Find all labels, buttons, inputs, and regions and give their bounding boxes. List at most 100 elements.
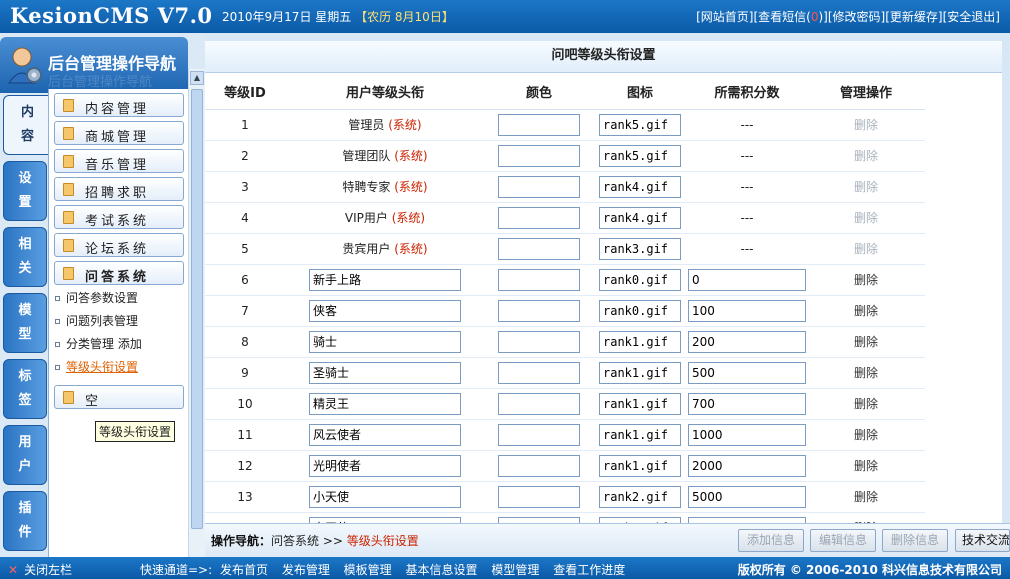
icon-input[interactable] bbox=[599, 330, 681, 353]
tab-labels[interactable]: 标签 bbox=[3, 359, 47, 419]
points-input[interactable] bbox=[688, 361, 806, 384]
color-input[interactable] bbox=[498, 361, 580, 384]
color-input[interactable] bbox=[498, 299, 580, 322]
left-scrollbar[interactable]: ▲ ▼ bbox=[188, 69, 205, 579]
menu-space[interactable]: 空 bbox=[54, 385, 184, 409]
color-input[interactable] bbox=[498, 330, 580, 353]
delete-link[interactable]: 删除 bbox=[854, 490, 878, 504]
rank-title-input[interactable] bbox=[309, 423, 461, 446]
tab-content[interactable]: 内容 bbox=[3, 95, 51, 155]
menu-qa-system[interactable]: 问答系统 bbox=[54, 261, 184, 285]
points-cell bbox=[687, 357, 807, 389]
rank-title-input[interactable] bbox=[309, 392, 461, 415]
link-logout[interactable]: [安全退出] bbox=[943, 10, 1000, 24]
icon-input[interactable] bbox=[599, 144, 681, 167]
icon-input[interactable] bbox=[599, 485, 681, 508]
quick-work-progress[interactable]: 查看工作进度 bbox=[553, 563, 625, 577]
menu-content-manage[interactable]: 内容管理 bbox=[54, 93, 184, 117]
rank-title-input[interactable] bbox=[309, 299, 461, 322]
submenu-rank-titles[interactable]: 等级头衔设置 bbox=[55, 358, 138, 375]
points-input[interactable] bbox=[688, 454, 806, 477]
menu-exam-system[interactable]: 考试系统 bbox=[54, 205, 184, 229]
submenu-qa-params[interactable]: 问答参数设置 bbox=[55, 289, 138, 306]
points-cell bbox=[687, 512, 807, 523]
scroll-up-icon[interactable]: ▲ bbox=[190, 71, 204, 85]
points-input[interactable] bbox=[688, 485, 806, 508]
add-info-button[interactable]: 添加信息 bbox=[738, 529, 804, 552]
icon-input[interactable] bbox=[599, 268, 681, 291]
delete-link[interactable]: 删除 bbox=[854, 304, 878, 318]
points-input[interactable] bbox=[688, 268, 806, 291]
tab-related[interactable]: 相关 bbox=[3, 227, 47, 287]
color-input[interactable] bbox=[498, 175, 580, 198]
rank-title-input[interactable] bbox=[309, 454, 461, 477]
points-input[interactable] bbox=[688, 423, 806, 446]
submenu-category[interactable]: 分类管理 添加 bbox=[55, 335, 142, 352]
tab-label: 相关 bbox=[18, 237, 32, 276]
menu-recruit[interactable]: 招聘求职 bbox=[54, 177, 184, 201]
color-input[interactable] bbox=[498, 454, 580, 477]
menu-forum-system[interactable]: 论坛系统 bbox=[54, 233, 184, 257]
delete-link[interactable]: 删除 bbox=[854, 335, 878, 349]
col-header: 等级ID bbox=[205, 75, 285, 110]
icon-input[interactable] bbox=[599, 237, 681, 260]
color-input[interactable] bbox=[498, 392, 580, 415]
icon-input[interactable] bbox=[599, 361, 681, 384]
rank-title-input[interactable] bbox=[309, 268, 461, 291]
link-update-cache[interactable]: [更新缓存] bbox=[885, 10, 942, 24]
delete-link[interactable]: 删除 bbox=[854, 273, 878, 287]
delete-link[interactable]: 删除 bbox=[854, 459, 878, 473]
rank-title-input[interactable] bbox=[309, 485, 461, 508]
color-input[interactable] bbox=[498, 206, 580, 229]
delete-link[interactable]: 删除 bbox=[854, 428, 878, 442]
menu-music-manage[interactable]: 音乐管理 bbox=[54, 149, 184, 173]
tab-models[interactable]: 模型 bbox=[3, 293, 47, 353]
color-input[interactable] bbox=[498, 485, 580, 508]
icon-input[interactable] bbox=[599, 299, 681, 322]
points-input[interactable] bbox=[688, 299, 806, 322]
color-input[interactable] bbox=[498, 423, 580, 446]
delete-info-button[interactable]: 删除信息 bbox=[882, 529, 948, 552]
quick-model-manage[interactable]: 模型管理 bbox=[491, 563, 539, 577]
icon-input[interactable] bbox=[599, 175, 681, 198]
icon-input[interactable] bbox=[599, 113, 681, 136]
folder-icon bbox=[63, 183, 74, 196]
icon-input[interactable] bbox=[599, 423, 681, 446]
rank-id: 11 bbox=[205, 419, 285, 451]
rank-title-input[interactable] bbox=[309, 361, 461, 384]
quick-publish-home[interactable]: 发布首页 bbox=[220, 563, 268, 577]
delete-link[interactable]: 删除 bbox=[854, 366, 878, 380]
tech-forum-button[interactable]: 技术交流 bbox=[955, 529, 1010, 552]
quick-publish-manage[interactable]: 发布管理 bbox=[282, 563, 330, 577]
quick-template-manage[interactable]: 模板管理 bbox=[344, 563, 392, 577]
breadcrumb-path[interactable]: 问答系统 >> bbox=[271, 534, 347, 548]
link-change-password[interactable]: [修改密码] bbox=[828, 10, 885, 24]
tab-plugins[interactable]: 插件 bbox=[3, 491, 47, 551]
edit-info-button[interactable]: 编辑信息 bbox=[810, 529, 876, 552]
rank-title-input[interactable] bbox=[309, 330, 461, 353]
close-left-panel[interactable]: ✕ 关闭左栏 bbox=[8, 561, 72, 578]
icon-input[interactable] bbox=[599, 392, 681, 415]
tab-users[interactable]: 用户 bbox=[3, 425, 47, 485]
color-input[interactable] bbox=[498, 237, 580, 260]
link-messages[interactable]: [查看短信(0)] bbox=[753, 10, 827, 24]
menu-shop-manage[interactable]: 商城管理 bbox=[54, 121, 184, 145]
color-input[interactable] bbox=[498, 268, 580, 291]
table-row: 1管理员 (系统)---删除 bbox=[205, 109, 925, 141]
link-site-home[interactable]: [网站首页] bbox=[696, 10, 753, 24]
points-input[interactable] bbox=[688, 392, 806, 415]
icon-input[interactable] bbox=[599, 206, 681, 229]
col-header: 所需积分数 bbox=[687, 75, 807, 110]
icon-input[interactable] bbox=[599, 454, 681, 477]
color-input[interactable] bbox=[498, 144, 580, 167]
color-input[interactable] bbox=[498, 113, 580, 136]
quick-basic-settings[interactable]: 基本信息设置 bbox=[406, 563, 478, 577]
scroll-thumb[interactable] bbox=[191, 89, 203, 529]
submenu-question-list[interactable]: 问题列表管理 bbox=[55, 312, 138, 329]
points-cell bbox=[687, 264, 807, 296]
delete-link[interactable]: 删除 bbox=[854, 397, 878, 411]
points-input[interactable] bbox=[688, 330, 806, 353]
tab-settings[interactable]: 设置 bbox=[3, 161, 47, 221]
rank-title: VIP用户 bbox=[344, 211, 388, 225]
rank-id: 4 bbox=[205, 202, 285, 234]
